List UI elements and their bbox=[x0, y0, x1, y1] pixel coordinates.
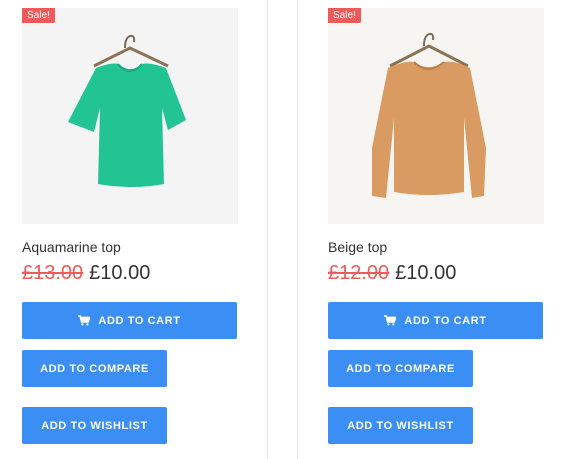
old-price: £13.00 bbox=[22, 262, 84, 284]
product-image[interactable] bbox=[328, 8, 544, 224]
column-divider-right bbox=[297, 0, 298, 459]
add-to-wishlist-button[interactable]: ADD TO WISHLIST bbox=[22, 407, 167, 444]
product-name[interactable]: Beige top bbox=[328, 239, 387, 255]
sale-badge: Sale! bbox=[328, 8, 361, 23]
sale-badge: Sale! bbox=[22, 8, 55, 23]
add-to-cart-label: ADD TO CART bbox=[98, 314, 181, 327]
add-to-compare-label: ADD TO COMPARE bbox=[40, 362, 149, 375]
sale-price: £10.00 bbox=[89, 262, 151, 284]
add-to-wishlist-label: ADD TO WISHLIST bbox=[347, 419, 454, 432]
add-to-compare-button[interactable]: ADD TO COMPARE bbox=[328, 350, 473, 387]
sale-price: £10.00 bbox=[395, 262, 457, 284]
price-row: £13.00 £10.00 bbox=[22, 262, 150, 285]
add-to-cart-label: ADD TO CART bbox=[404, 314, 487, 327]
add-to-wishlist-label: ADD TO WISHLIST bbox=[41, 419, 148, 432]
add-to-compare-label: ADD TO COMPARE bbox=[346, 362, 455, 375]
shopping-cart-icon bbox=[384, 315, 397, 326]
product-image[interactable] bbox=[22, 8, 238, 224]
add-to-compare-button[interactable]: ADD TO COMPARE bbox=[22, 350, 167, 387]
add-to-wishlist-button[interactable]: ADD TO WISHLIST bbox=[328, 407, 473, 444]
shopping-cart-icon bbox=[78, 315, 91, 326]
add-to-cart-button[interactable]: ADD TO CART bbox=[22, 302, 237, 339]
price-row: £12.00 £10.00 bbox=[328, 262, 456, 285]
add-to-cart-button[interactable]: ADD TO CART bbox=[328, 302, 543, 339]
product-name[interactable]: Aquamarine top bbox=[22, 239, 121, 255]
column-divider-left bbox=[267, 0, 268, 459]
old-price: £12.00 bbox=[328, 262, 390, 284]
